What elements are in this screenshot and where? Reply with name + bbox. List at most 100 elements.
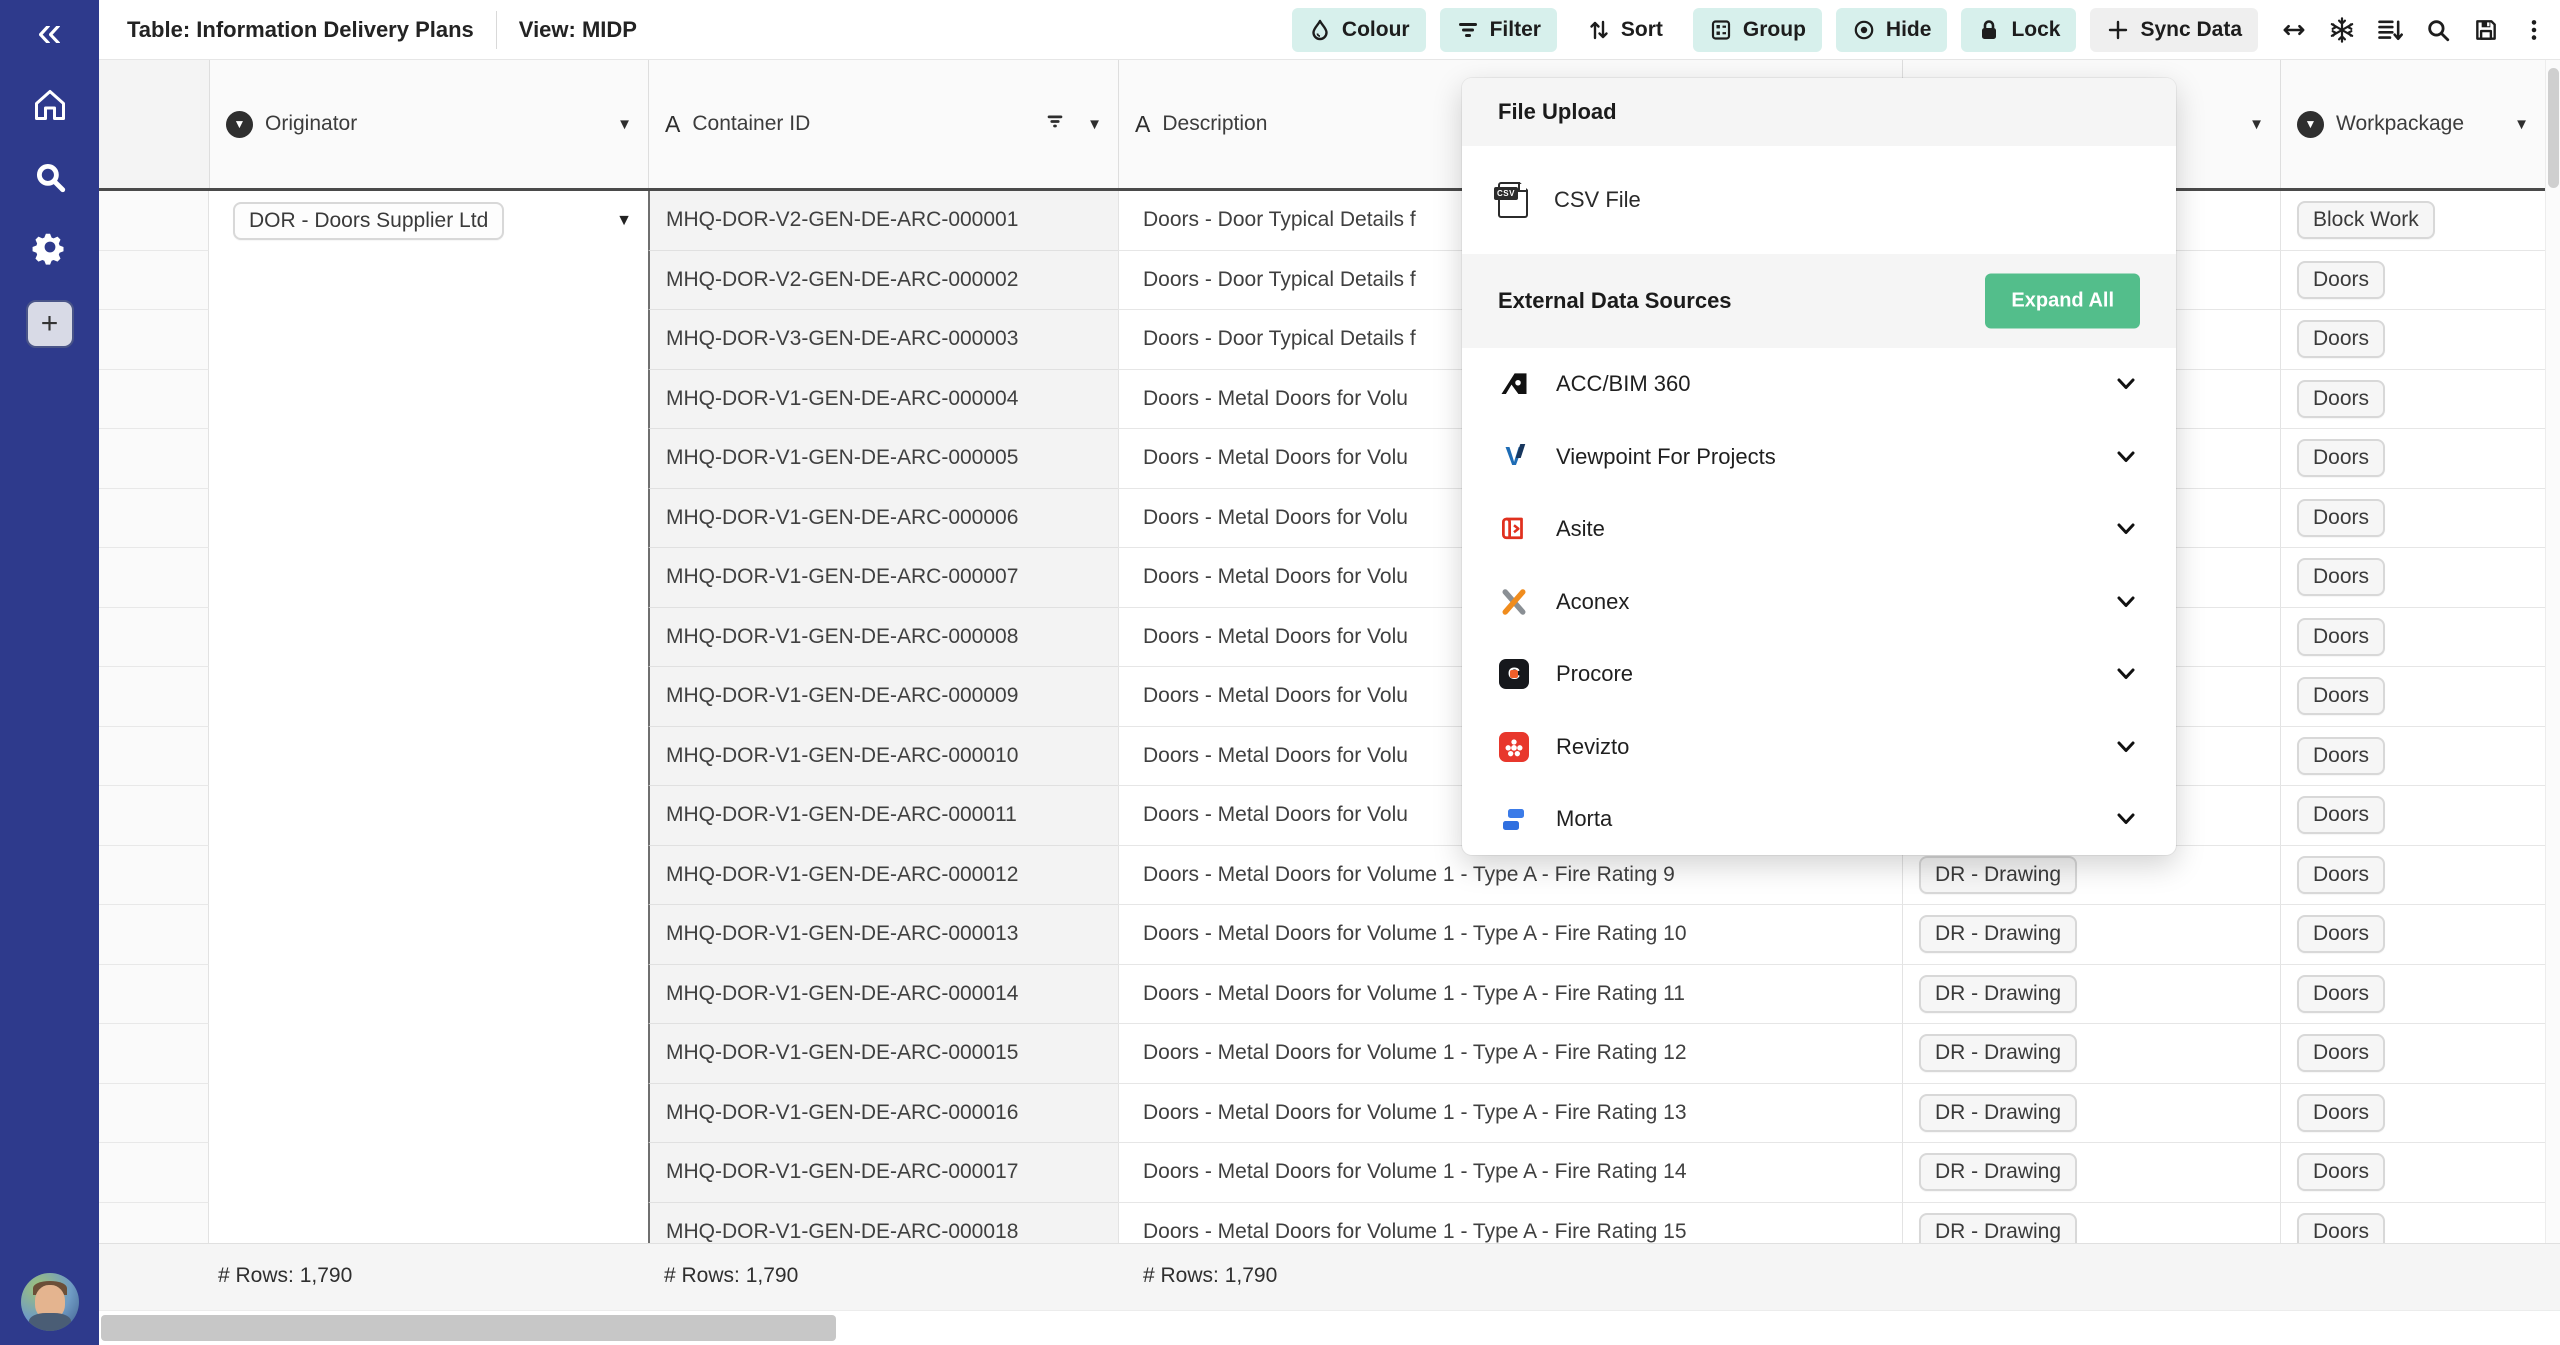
cell-workpackage[interactable]: Doors (2280, 608, 2545, 668)
workpackage-chip[interactable]: Doors (2297, 915, 2385, 953)
cell-originator[interactable] (209, 489, 648, 549)
cell-workpackage[interactable]: Doors (2280, 1143, 2545, 1203)
cell-container-id[interactable]: MHQ-DOR-V3-GEN-DE-ARC-000003 (648, 310, 1118, 370)
cell-originator[interactable]: DOR - Doors Supplier Ltd▼ (209, 191, 648, 251)
workpackage-chip[interactable]: Doors (2297, 261, 2385, 299)
workpackage-chip[interactable]: Doors (2297, 796, 2385, 834)
expand-all-button[interactable]: Expand All (1985, 274, 2140, 329)
cell-description[interactable]: Doors - Metal Doors for Volume 1 - Type … (1118, 965, 1902, 1025)
cell-workpackage[interactable]: Doors (2280, 251, 2545, 311)
expand-width-button[interactable] (2272, 8, 2316, 52)
row-gutter-cell[interactable] (99, 548, 209, 608)
cell-document-type[interactable]: DR - Drawing (1902, 1143, 2280, 1203)
workpackage-chip[interactable]: Doors (2297, 1094, 2385, 1132)
cell-originator[interactable] (209, 727, 648, 787)
sort-button[interactable]: Sort (1571, 8, 1679, 52)
row-gutter-cell[interactable] (99, 905, 209, 965)
row-height-button[interactable] (2368, 8, 2412, 52)
workpackage-chip[interactable]: Doors (2297, 677, 2385, 715)
cell-description[interactable]: Doors - Metal Doors for Volume 1 - Type … (1118, 905, 1902, 965)
cell-originator[interactable] (209, 667, 648, 727)
cell-container-id[interactable]: MHQ-DOR-V1-GEN-DE-ARC-000007 (648, 548, 1118, 608)
row-gutter-cell[interactable] (99, 727, 209, 787)
external-source-item-viewpoint-for-projects[interactable]: VViewpoint For Projects (1462, 421, 2176, 494)
row-gutter-cell[interactable] (99, 667, 209, 727)
cell-container-id[interactable]: MHQ-DOR-V1-GEN-DE-ARC-000005 (648, 429, 1118, 489)
search-button[interactable] (2416, 8, 2460, 52)
chevron-down-icon[interactable] (2116, 734, 2136, 760)
cell-container-id[interactable]: MHQ-DOR-V1-GEN-DE-ARC-000016 (648, 1084, 1118, 1144)
cell-originator[interactable] (209, 786, 648, 846)
cell-originator[interactable] (209, 1143, 648, 1203)
external-source-item-procore[interactable]: CProcore (1462, 638, 2176, 711)
row-gutter-cell[interactable] (99, 251, 209, 311)
row-gutter-cell[interactable] (99, 1143, 209, 1203)
workpackage-chip[interactable]: Block Work (2297, 201, 2435, 239)
column-header-container-id[interactable]: A Container ID ▼ (648, 60, 1118, 188)
cell-workpackage[interactable]: Doors (2280, 1024, 2545, 1084)
cell-document-type[interactable]: DR - Drawing (1902, 1084, 2280, 1144)
group-button[interactable]: Group (1693, 8, 1822, 52)
column-header-originator[interactable]: ▼ Originator ▼ (209, 60, 648, 188)
row-gutter-cell[interactable] (99, 489, 209, 549)
chevron-down-icon[interactable] (2116, 516, 2136, 542)
external-source-item-revizto[interactable]: Revizto (1462, 711, 2176, 784)
cell-container-id[interactable]: MHQ-DOR-V1-GEN-DE-ARC-000012 (648, 846, 1118, 906)
workpackage-chip[interactable]: Doors (2297, 320, 2385, 358)
chevron-down-icon[interactable]: ▼ (617, 116, 632, 133)
cell-workpackage[interactable]: Doors (2280, 786, 2545, 846)
row-gutter-cell[interactable] (99, 1024, 209, 1084)
row-gutter-cell[interactable] (99, 1203, 209, 1244)
cell-container-id[interactable]: MHQ-DOR-V1-GEN-DE-ARC-000009 (648, 667, 1118, 727)
workpackage-chip[interactable]: Doors (2297, 1153, 2385, 1191)
row-gutter-cell[interactable] (99, 608, 209, 668)
cell-container-id[interactable]: MHQ-DOR-V1-GEN-DE-ARC-000014 (648, 965, 1118, 1025)
cell-workpackage[interactable]: Block Work (2280, 191, 2545, 251)
cell-container-id[interactable]: MHQ-DOR-V1-GEN-DE-ARC-000004 (648, 370, 1118, 430)
cell-container-id[interactable]: MHQ-DOR-V1-GEN-DE-ARC-000015 (648, 1024, 1118, 1084)
row-gutter-cell[interactable] (99, 1084, 209, 1144)
cell-container-id[interactable]: MHQ-DOR-V2-GEN-DE-ARC-000001 (648, 191, 1118, 251)
cell-container-id[interactable]: MHQ-DOR-V1-GEN-DE-ARC-000011 (648, 786, 1118, 846)
external-source-item-aconex[interactable]: Aconex (1462, 566, 2176, 639)
cell-originator[interactable] (209, 1203, 648, 1244)
csv-file-item[interactable]: CSV CSV File (1462, 146, 2176, 254)
cell-container-id[interactable]: MHQ-DOR-V1-GEN-DE-ARC-000018 (648, 1203, 1118, 1244)
document-type-chip[interactable]: DR - Drawing (1919, 915, 2077, 953)
cell-document-type[interactable]: DR - Drawing (1902, 1024, 2280, 1084)
workpackage-chip[interactable]: Doors (2297, 499, 2385, 537)
cell-workpackage[interactable]: Doors (2280, 489, 2545, 549)
document-type-chip[interactable]: DR - Drawing (1919, 1153, 2077, 1191)
cell-container-id[interactable]: MHQ-DOR-V1-GEN-DE-ARC-000008 (648, 608, 1118, 668)
cell-description[interactable]: Doors - Metal Doors for Volume 1 - Type … (1118, 1084, 1902, 1144)
chevron-down-icon[interactable] (2116, 589, 2136, 615)
column-filter-icon[interactable] (1044, 110, 1066, 138)
workpackage-chip[interactable]: Doors (2297, 856, 2385, 894)
cell-originator[interactable] (209, 965, 648, 1025)
row-gutter-cell[interactable] (99, 310, 209, 370)
home-icon[interactable] (0, 82, 99, 128)
cell-document-type[interactable]: DR - Drawing (1902, 905, 2280, 965)
horizontal-scrollbar-thumb[interactable] (101, 1315, 836, 1341)
more-menu-button[interactable] (2512, 8, 2556, 52)
cell-originator[interactable] (209, 846, 648, 906)
cell-description[interactable]: Doors - Metal Doors for Volume 1 - Type … (1118, 1143, 1902, 1203)
workpackage-chip[interactable]: Doors (2297, 618, 2385, 656)
row-gutter-cell[interactable] (99, 846, 209, 906)
document-type-chip[interactable]: DR - Drawing (1919, 856, 2077, 894)
cell-workpackage[interactable]: Doors (2280, 310, 2545, 370)
cell-container-id[interactable]: MHQ-DOR-V1-GEN-DE-ARC-000013 (648, 905, 1118, 965)
horizontal-scrollbar[interactable] (99, 1310, 2560, 1345)
cell-workpackage[interactable]: Doors (2280, 548, 2545, 608)
cell-originator[interactable] (209, 251, 648, 311)
row-gutter-cell[interactable] (99, 965, 209, 1025)
cell-workpackage[interactable]: Doors (2280, 905, 2545, 965)
cell-workpackage[interactable]: Doors (2280, 1084, 2545, 1144)
chevron-down-icon[interactable] (2116, 444, 2136, 470)
row-gutter-cell[interactable] (99, 429, 209, 489)
cell-originator[interactable] (209, 310, 648, 370)
cell-originator[interactable] (209, 1024, 648, 1084)
chevron-down-icon[interactable]: ▼ (2249, 116, 2264, 133)
column-header-workpackage[interactable]: ▼ Workpackage ▼ (2280, 60, 2545, 188)
workpackage-chip[interactable]: Doors (2297, 1034, 2385, 1072)
